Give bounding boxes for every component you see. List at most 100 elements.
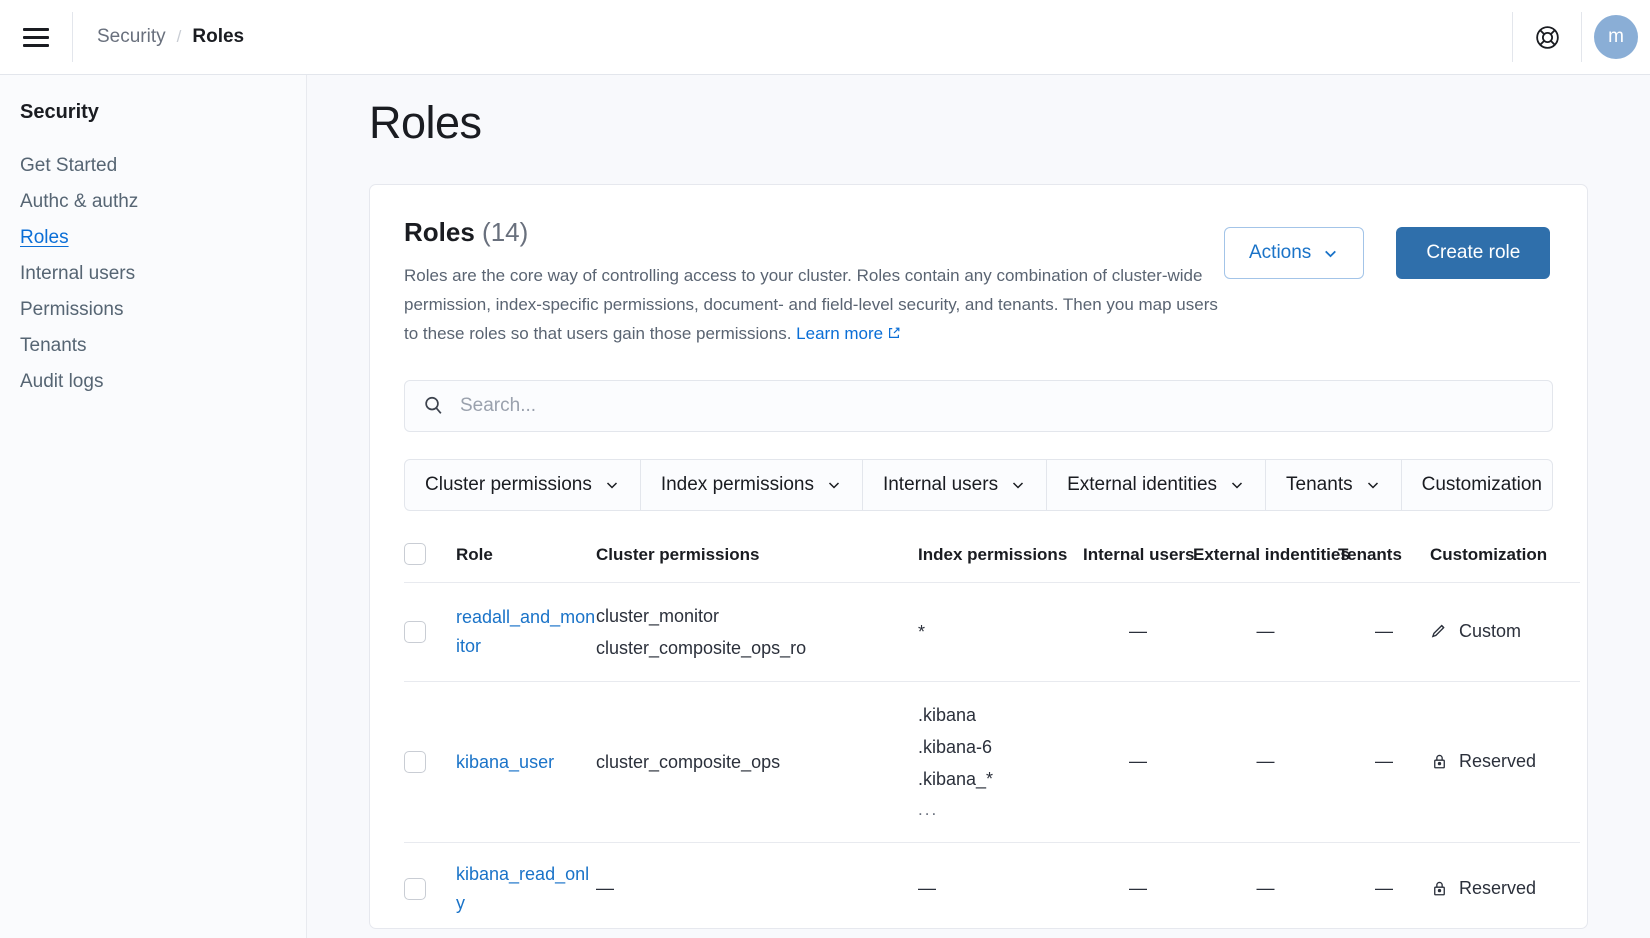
- column-internal-users[interactable]: Internal users: [1083, 533, 1193, 583]
- column-cluster-permissions[interactable]: Cluster permissions: [596, 533, 918, 583]
- index-permissions-cell: —: [918, 843, 1083, 929]
- avatar-container: m: [1582, 0, 1650, 74]
- chevron-down-icon: [1322, 245, 1339, 262]
- top-header-bar: Security / Roles m: [0, 0, 1650, 75]
- external-identities-cell: —: [1193, 582, 1338, 681]
- filter-label: Customization: [1422, 474, 1542, 496]
- page-title: Roles: [369, 97, 1650, 149]
- tenants-cell: —: [1338, 843, 1430, 929]
- sidebar-title: Security: [20, 101, 306, 124]
- sidebar-item-tenants[interactable]: Tenants: [20, 328, 87, 364]
- filter-cluster-permissions[interactable]: Cluster permissions: [405, 460, 641, 510]
- cluster-permissions-cell: cluster_composite_ops: [596, 681, 918, 842]
- row-checkbox[interactable]: [404, 751, 426, 773]
- actions-button[interactable]: Actions: [1224, 227, 1364, 279]
- role-name-cell: kibana_user: [456, 681, 596, 842]
- cluster-permission-item: cluster_composite_ops: [596, 746, 918, 778]
- sidebar-item-internal-users[interactable]: Internal users: [20, 256, 135, 292]
- customization-label: Custom: [1459, 621, 1521, 642]
- create-role-button[interactable]: Create role: [1396, 227, 1550, 279]
- search-input[interactable]: [458, 394, 1534, 418]
- filter-external-identities[interactable]: External identities: [1047, 460, 1266, 510]
- table-row[interactable]: kibana_user cluster_composite_ops .kiban…: [404, 681, 1580, 842]
- column-tenants[interactable]: Tenants: [1338, 533, 1430, 583]
- role-link[interactable]: readall_and_monitor: [456, 607, 595, 655]
- page-body: Security Get Started Authc & authz Roles…: [0, 75, 1650, 938]
- index-permissions-cell: .kibana .kibana-6 .kibana_* ...: [918, 681, 1083, 842]
- column-role[interactable]: Role: [456, 533, 596, 583]
- row-checkbox[interactable]: [404, 878, 426, 900]
- create-role-button-label: Create role: [1426, 242, 1520, 264]
- search-box[interactable]: [404, 380, 1553, 432]
- internal-users-cell: —: [1083, 681, 1193, 842]
- select-all-checkbox[interactable]: [404, 543, 426, 565]
- main-content: Roles Roles (14) Roles are the core way …: [307, 75, 1650, 938]
- chevron-down-icon: [826, 477, 842, 493]
- table-row[interactable]: readall_and_monitor cluster_monitor clus…: [404, 582, 1580, 681]
- chevron-down-icon: [1365, 477, 1381, 493]
- cluster-permissions-cell: cluster_monitor cluster_composite_ops_ro: [596, 582, 918, 681]
- breadcrumb-item-security[interactable]: Security: [97, 26, 166, 48]
- lock-icon: [1430, 752, 1449, 771]
- tenants-cell: —: [1338, 681, 1430, 842]
- sidebar-item-roles[interactable]: Roles: [20, 220, 69, 256]
- external-link-icon: [887, 320, 901, 349]
- index-permission-item: *: [918, 616, 1083, 648]
- customization-label: Reserved: [1459, 751, 1536, 772]
- filter-label: Internal users: [883, 474, 998, 496]
- index-permission-item: .kibana-6: [918, 731, 1083, 763]
- sidebar-item-audit-logs[interactable]: Audit logs: [20, 364, 103, 400]
- panel-header-buttons: Actions Create role: [1224, 217, 1550, 279]
- roles-panel: Roles (14) Roles are the core way of con…: [369, 184, 1588, 929]
- lifebuoy-support-icon: [1534, 24, 1561, 51]
- filter-index-permissions[interactable]: Index permissions: [641, 460, 863, 510]
- customization-cell: Reserved: [1430, 681, 1580, 842]
- table-row[interactable]: kibana_read_only — — — — —: [404, 843, 1580, 929]
- index-permission-item: .kibana: [918, 699, 1083, 731]
- actions-button-label: Actions: [1249, 242, 1311, 264]
- role-link[interactable]: kibana_read_only: [456, 864, 589, 912]
- column-external-identities[interactable]: External indentities: [1193, 533, 1338, 583]
- external-identities-cell: —: [1193, 681, 1338, 842]
- filter-label: External identities: [1067, 474, 1217, 496]
- breadcrumb-item-roles: Roles: [192, 26, 244, 48]
- search-icon: [423, 395, 444, 416]
- filter-customization[interactable]: Customization: [1402, 460, 1553, 510]
- lock-icon: [1430, 879, 1449, 898]
- customization-cell: Reserved: [1430, 843, 1580, 929]
- external-identities-cell: —: [1193, 843, 1338, 929]
- internal-users-cell: —: [1083, 843, 1193, 929]
- search-row: [404, 380, 1553, 432]
- pencil-icon: [1430, 622, 1449, 641]
- header-actions: m: [1512, 0, 1650, 74]
- sidebar-item-get-started[interactable]: Get Started: [20, 148, 117, 184]
- cluster-permission-item: cluster_composite_ops_ro: [596, 632, 918, 664]
- panel-title-text: Roles: [404, 217, 475, 247]
- chevron-down-icon: [1010, 477, 1026, 493]
- filter-label: Tenants: [1286, 474, 1353, 496]
- sidebar: Security Get Started Authc & authz Roles…: [0, 75, 307, 938]
- cluster-permission-item: cluster_monitor: [596, 600, 918, 632]
- sidebar-item-authc-authz[interactable]: Authc & authz: [20, 184, 138, 220]
- learn-more-link[interactable]: Learn more: [796, 324, 883, 343]
- help-button[interactable]: [1513, 0, 1581, 74]
- row-checkbox[interactable]: [404, 621, 426, 643]
- column-index-permissions[interactable]: Index permissions: [918, 533, 1083, 583]
- cluster-permissions-cell: —: [596, 843, 918, 929]
- role-link[interactable]: kibana_user: [456, 752, 554, 772]
- column-customization[interactable]: Customization: [1430, 533, 1580, 583]
- customization-label: Reserved: [1459, 878, 1536, 899]
- panel-header-text: Roles (14) Roles are the core way of con…: [404, 217, 1224, 350]
- sidebar-item-permissions[interactable]: Permissions: [20, 292, 123, 328]
- filter-tenants[interactable]: Tenants: [1266, 460, 1402, 510]
- roles-table-header: Role Cluster permissions Index permissio…: [404, 533, 1580, 583]
- hamburger-menu-button[interactable]: [0, 0, 72, 74]
- breadcrumb-separator: /: [177, 27, 182, 47]
- avatar[interactable]: m: [1594, 15, 1638, 59]
- filter-internal-users[interactable]: Internal users: [863, 460, 1047, 510]
- row-select-cell: [404, 843, 456, 929]
- panel-header: Roles (14) Roles are the core way of con…: [404, 217, 1553, 350]
- panel-title: Roles (14): [404, 217, 1224, 248]
- role-name-cell: readall_and_monitor: [456, 582, 596, 681]
- role-name-cell: kibana_read_only: [456, 843, 596, 929]
